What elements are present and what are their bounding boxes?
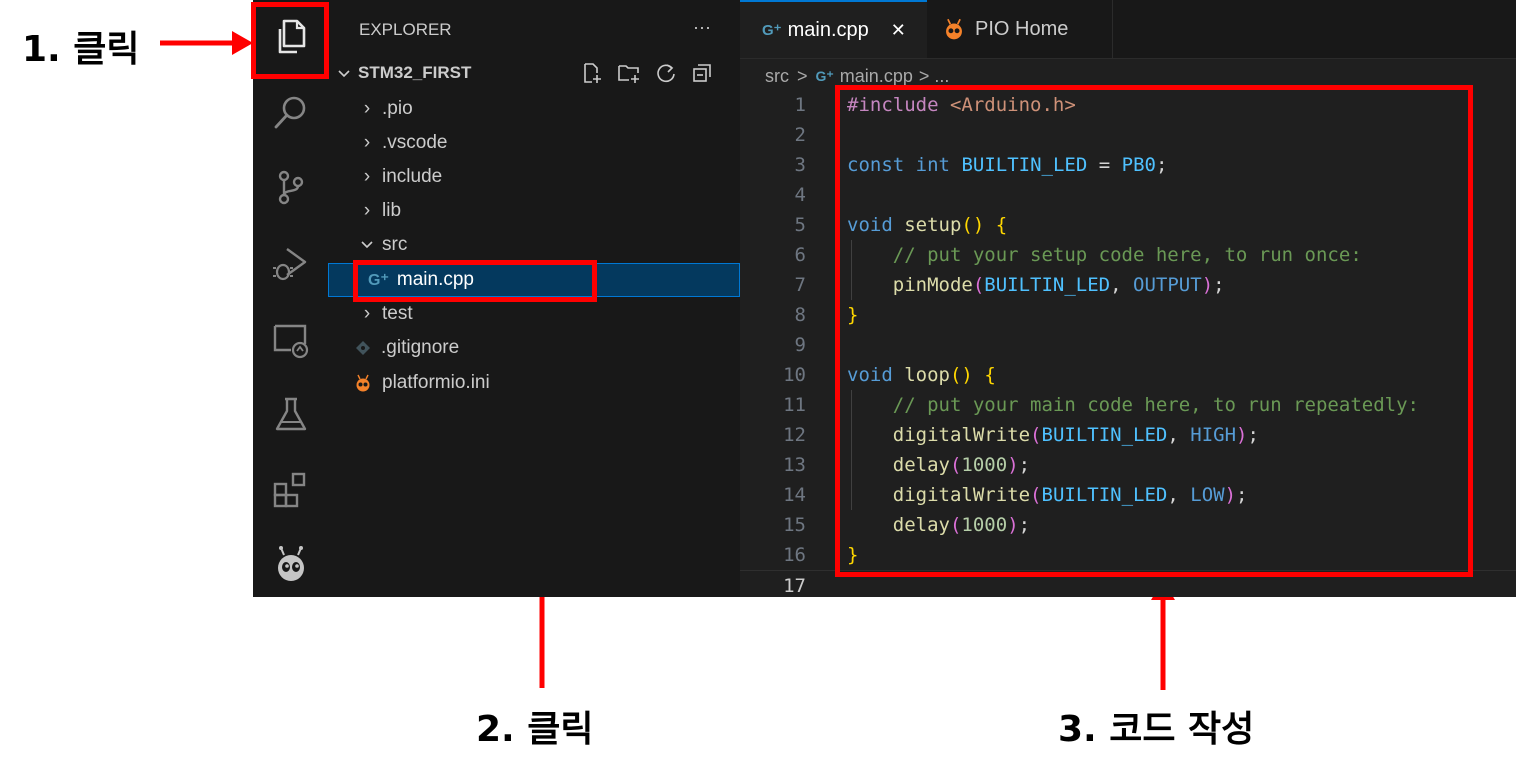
tree-item-vscode[interactable]: › .vscode <box>328 126 740 160</box>
source-control-icon <box>278 170 303 205</box>
platformio-file-icon <box>356 374 370 392</box>
project-name: STM32_FIRST <box>358 63 472 82</box>
highlight-main-cpp <box>353 260 597 302</box>
platformio-tab-icon <box>946 18 962 40</box>
annotation-step3: 3. 코드 작성 <box>1058 709 1255 750</box>
extensions-icon <box>273 472 305 508</box>
remote-explorer-icon <box>273 324 308 359</box>
tab-pio-home[interactable]: PIO Home <box>927 0 1113 58</box>
tree-item-test[interactable]: › test <box>328 297 740 331</box>
extensions-button[interactable] <box>253 455 328 525</box>
platformio-icon <box>277 546 304 581</box>
annotation-step2: 2. 클릭 <box>476 709 594 750</box>
chevron-right-icon: › <box>363 132 371 153</box>
source-control-button[interactable] <box>253 152 328 222</box>
refresh-icon[interactable] <box>655 62 677 84</box>
platformio-button[interactable] <box>253 530 328 597</box>
more-actions-button[interactable]: ··· <box>693 17 711 38</box>
breadcrumb-file[interactable]: main.cpp <box>840 66 913 87</box>
tree-item-lib[interactable]: › lib <box>328 194 740 228</box>
tree-item-platformio-ini[interactable]: platformio.ini <box>328 366 740 400</box>
chevron-right-icon: › <box>363 303 371 324</box>
breadcrumb-folder[interactable]: src <box>765 66 789 87</box>
tree-item-pio[interactable]: › .pio <box>328 92 740 126</box>
tab-main-cpp[interactable]: G⁺ main.cpp ✕ <box>740 0 927 58</box>
chevron-right-icon: › <box>363 200 371 221</box>
testing-icon <box>275 397 306 431</box>
cpp-file-icon: G⁺ <box>762 22 782 39</box>
chevron-down-icon <box>361 241 373 249</box>
sidebar-title: EXPLORER <box>359 20 452 39</box>
run-debug-button[interactable] <box>253 228 328 298</box>
highlight-explorer <box>251 2 329 79</box>
tree-item-gitignore[interactable]: .gitignore <box>328 331 740 365</box>
close-tab-button[interactable]: ✕ <box>891 20 906 41</box>
chevron-right-icon: › <box>363 98 371 119</box>
collapse-all-icon[interactable] <box>691 62 713 84</box>
search-button[interactable] <box>253 78 328 148</box>
run-debug-icon <box>272 248 306 281</box>
chevron-down-icon <box>338 70 350 78</box>
tree-item-include[interactable]: › include <box>328 160 740 194</box>
highlight-code <box>835 85 1473 577</box>
testing-button[interactable] <box>253 380 328 450</box>
remote-explorer-button[interactable] <box>253 305 328 375</box>
explorer-actions <box>581 62 713 84</box>
chevron-right-icon: › <box>363 166 371 187</box>
annotation-step1: 1. 클릭 <box>22 29 140 70</box>
search-icon <box>274 96 305 129</box>
new-folder-icon[interactable] <box>617 62 641 84</box>
arrow-to-explorer <box>160 31 253 55</box>
cpp-file-icon: G⁺ <box>815 67 834 84</box>
tree-item-src[interactable]: src <box>328 228 740 262</box>
git-file-icon <box>356 341 370 355</box>
activity-bar <box>253 0 329 597</box>
tab-bar: G⁺ main.cpp ✕ PIO Home <box>740 0 1516 59</box>
new-file-icon[interactable] <box>581 62 603 84</box>
